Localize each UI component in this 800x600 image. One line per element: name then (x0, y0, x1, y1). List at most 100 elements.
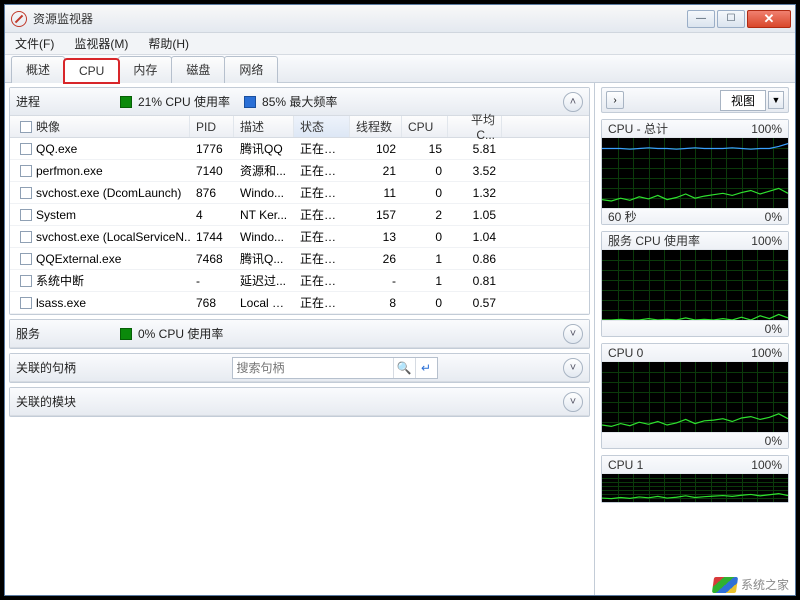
row-checkbox[interactable] (20, 187, 32, 199)
graph-foot-right: 0% (765, 434, 782, 448)
section-processes-header[interactable]: 进程 21% CPU 使用率 85% 最大频率 ˄ (10, 88, 589, 116)
col-image[interactable]: 映像 (10, 116, 190, 137)
expand-modules-button[interactable]: ˅ (563, 392, 583, 412)
view-bar: › 视图 ▼ (601, 87, 789, 113)
cell-threads: 26 (350, 252, 402, 266)
section-modules-header[interactable]: 关联的模块 ˅ (10, 388, 589, 416)
col-pid[interactable]: PID (190, 116, 234, 137)
services-cpu-label: 0% CPU 使用率 (138, 325, 223, 342)
tabstrip: 概述 CPU 内存 磁盘 网络 (5, 55, 795, 83)
cell-threads: 11 (350, 186, 402, 200)
table-row[interactable]: perfmon.exe7140资源和...正在运行2103.52 (10, 160, 589, 182)
table-row[interactable]: 系统中断-延迟过...正在运行-10.81 (10, 270, 589, 292)
row-checkbox[interactable] (20, 143, 32, 155)
watermark-logo-icon (712, 577, 738, 593)
process-table-header: 映像 PID 描述 状态 线程数 CPU 平均 C... (10, 116, 589, 138)
cell-image: lsass.exe (36, 296, 86, 310)
cell-cpu: 1 (402, 274, 448, 288)
cell-threads: 13 (350, 230, 402, 244)
table-row[interactable]: QQExternal.exe7468腾讯Q...正在运行2610.86 (10, 248, 589, 270)
table-row[interactable]: svchost.exe (LocalServiceN...1744Windo..… (10, 226, 589, 248)
graph-title: 服务 CPU 使用率 (608, 232, 700, 249)
cell-image: QQ.exe (36, 142, 77, 156)
minimize-button[interactable]: — (687, 10, 715, 28)
cell-image: svchost.exe (LocalServiceN... (36, 230, 190, 244)
green-square-icon (120, 96, 132, 108)
cell-threads: - (350, 274, 402, 288)
section-services-title: 服务 (16, 325, 106, 342)
tab-cpu[interactable]: CPU (64, 59, 119, 83)
table-row[interactable]: System4NT Ker...正在运行15721.05 (10, 204, 589, 226)
section-handles-header[interactable]: 关联的句柄 🔍 ↵ ˅ (10, 354, 589, 382)
row-checkbox[interactable] (20, 231, 32, 243)
maximize-button[interactable]: ☐ (717, 10, 745, 28)
graph-foot-left: 60 秒 (608, 208, 637, 225)
menubar: 文件(F) 监视器(M) 帮助(H) (5, 33, 795, 55)
cell-status: 正在运行 (294, 228, 350, 245)
view-dropdown-label[interactable]: 视图 (720, 90, 766, 111)
section-services: 服务 0% CPU 使用率 ˅ (9, 319, 590, 349)
graph-body (602, 474, 788, 502)
graph-max: 100% (751, 346, 782, 360)
cell-desc: Local S... (234, 296, 294, 310)
section-services-header[interactable]: 服务 0% CPU 使用率 ˅ (10, 320, 589, 348)
cell-status: 正在运行 (294, 294, 350, 311)
watermark-text: 系统之家 (741, 576, 789, 593)
cell-cpu: 2 (402, 208, 448, 222)
graph-card: CPU 1100% (601, 455, 789, 503)
col-avg[interactable]: 平均 C... (448, 116, 502, 137)
services-cpu-stat: 0% CPU 使用率 (120, 325, 223, 342)
tab-memory[interactable]: 内存 (118, 56, 172, 83)
menu-file[interactable]: 文件(F) (9, 33, 60, 54)
tab-disk[interactable]: 磁盘 (171, 56, 225, 83)
cell-image: QQExternal.exe (36, 252, 121, 266)
collapse-processes-button[interactable]: ˄ (563, 92, 583, 112)
table-row[interactable]: QQ.exe1776腾讯QQ正在运行102155.81 (10, 138, 589, 160)
max-freq-label: 85% 最大频率 (262, 93, 337, 110)
col-status[interactable]: 状态 (294, 116, 350, 137)
cell-pid: 1776 (190, 142, 234, 156)
tab-overview[interactable]: 概述 (11, 56, 65, 83)
table-row[interactable]: svchost.exe (DcomLaunch)876Windo...正在运行1… (10, 182, 589, 204)
cell-status: 正在运行 (294, 272, 350, 289)
search-dropdown-icon[interactable]: ↵ (415, 358, 437, 378)
expand-services-button[interactable]: ˅ (563, 324, 583, 344)
app-icon (11, 11, 27, 27)
menu-help[interactable]: 帮助(H) (142, 33, 195, 54)
cell-image: System (36, 208, 76, 222)
cell-avg: 5.81 (448, 142, 502, 156)
graph-body (602, 362, 788, 432)
row-checkbox[interactable] (20, 253, 32, 265)
row-checkbox[interactable] (20, 165, 32, 177)
cell-status: 正在运行 (294, 140, 350, 157)
row-checkbox[interactable] (20, 297, 32, 309)
tab-network[interactable]: 网络 (224, 56, 278, 83)
graph-title: CPU 1 (608, 458, 643, 472)
table-row[interactable]: lsass.exe768Local S...正在运行800.57 (10, 292, 589, 314)
cell-avg: 0.86 (448, 252, 502, 266)
select-all-checkbox[interactable] (20, 121, 32, 133)
collapse-right-button[interactable]: › (606, 91, 624, 109)
col-cpu[interactable]: CPU (402, 116, 448, 137)
cpu-usage-label: 21% CPU 使用率 (138, 93, 230, 110)
row-checkbox[interactable] (20, 209, 32, 221)
process-table: 映像 PID 描述 状态 线程数 CPU 平均 C... QQ.exe1776腾… (10, 116, 589, 314)
cell-avg: 0.57 (448, 296, 502, 310)
cell-threads: 8 (350, 296, 402, 310)
cell-pid: 7140 (190, 164, 234, 178)
cell-avg: 0.81 (448, 274, 502, 288)
cell-avg: 1.05 (448, 208, 502, 222)
col-threads[interactable]: 线程数 (350, 116, 402, 137)
graph-card: CPU 0100%0% (601, 343, 789, 449)
cell-cpu: 15 (402, 142, 448, 156)
row-checkbox[interactable] (20, 275, 32, 287)
titlebar[interactable]: 资源监视器 — ☐ ✕ (5, 5, 795, 33)
window-title: 资源监视器 (33, 10, 687, 27)
search-icon[interactable]: 🔍 (393, 358, 415, 378)
col-desc[interactable]: 描述 (234, 116, 294, 137)
menu-monitor[interactable]: 监视器(M) (68, 33, 134, 54)
expand-handles-button[interactable]: ˅ (563, 358, 583, 378)
close-button[interactable]: ✕ (747, 10, 791, 28)
view-dropdown-icon[interactable]: ▼ (768, 91, 784, 109)
handle-search-input[interactable] (233, 361, 393, 375)
